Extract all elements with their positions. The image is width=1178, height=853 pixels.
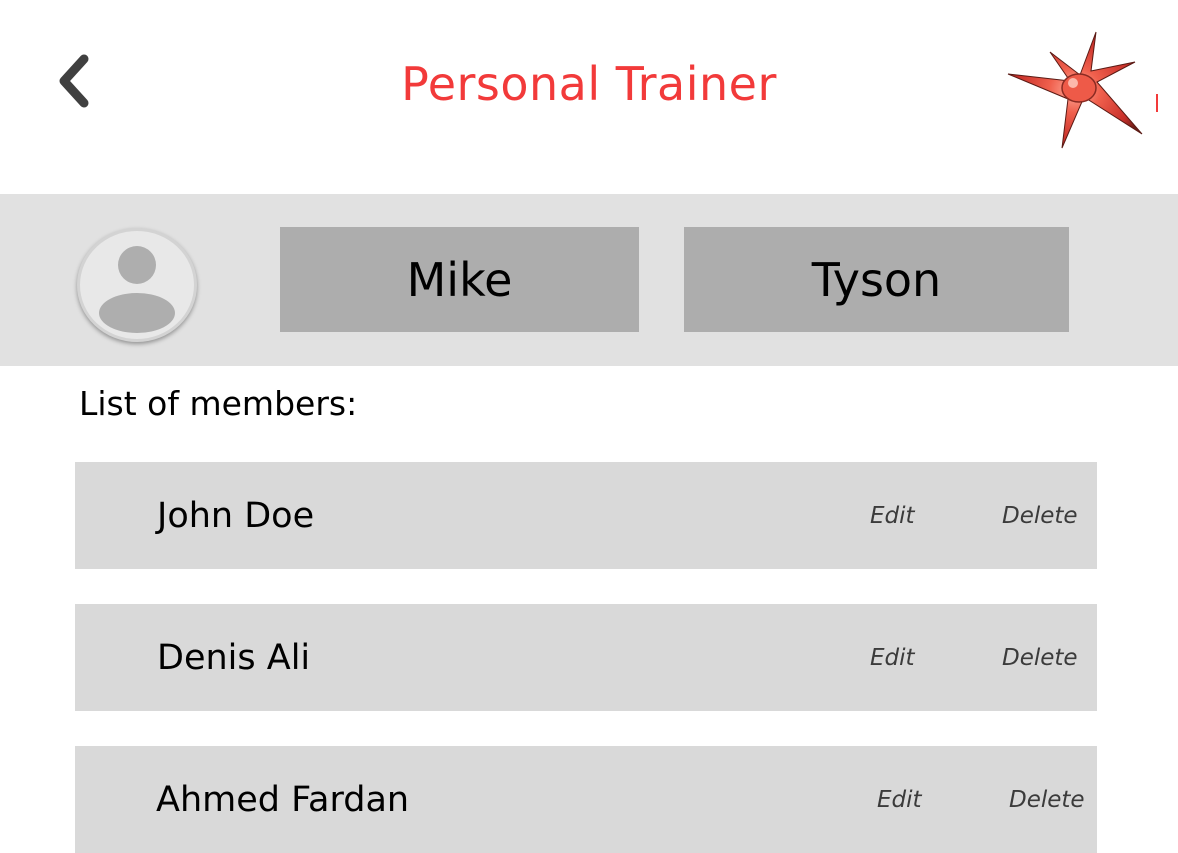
trainer-first-name: Mike (280, 227, 639, 332)
delete-button[interactable]: Delete (1002, 645, 1078, 671)
avatar[interactable] (77, 228, 197, 342)
member-row: Ahmed Fardan Edit Delete (75, 746, 1097, 853)
user-avatar-icon (99, 246, 175, 333)
edit-button[interactable]: Edit (877, 787, 922, 813)
logo (1000, 26, 1160, 154)
member-row: Denis Ali Edit Delete (75, 604, 1097, 711)
member-row: John Doe Edit Delete (75, 462, 1097, 569)
delete-button[interactable]: Delete (1002, 503, 1078, 529)
trainer-last-name: Tyson (684, 227, 1069, 332)
delete-button[interactable]: Delete (1009, 787, 1085, 813)
members-list-heading: List of members: (79, 384, 358, 423)
member-name: Denis Ali (157, 637, 311, 678)
red-starburst-logo-icon (1007, 31, 1158, 149)
edit-button[interactable]: Edit (870, 645, 915, 671)
member-name: Ahmed Fardan (156, 779, 410, 820)
edit-button[interactable]: Edit (870, 503, 915, 529)
member-name: John Doe (157, 495, 315, 536)
